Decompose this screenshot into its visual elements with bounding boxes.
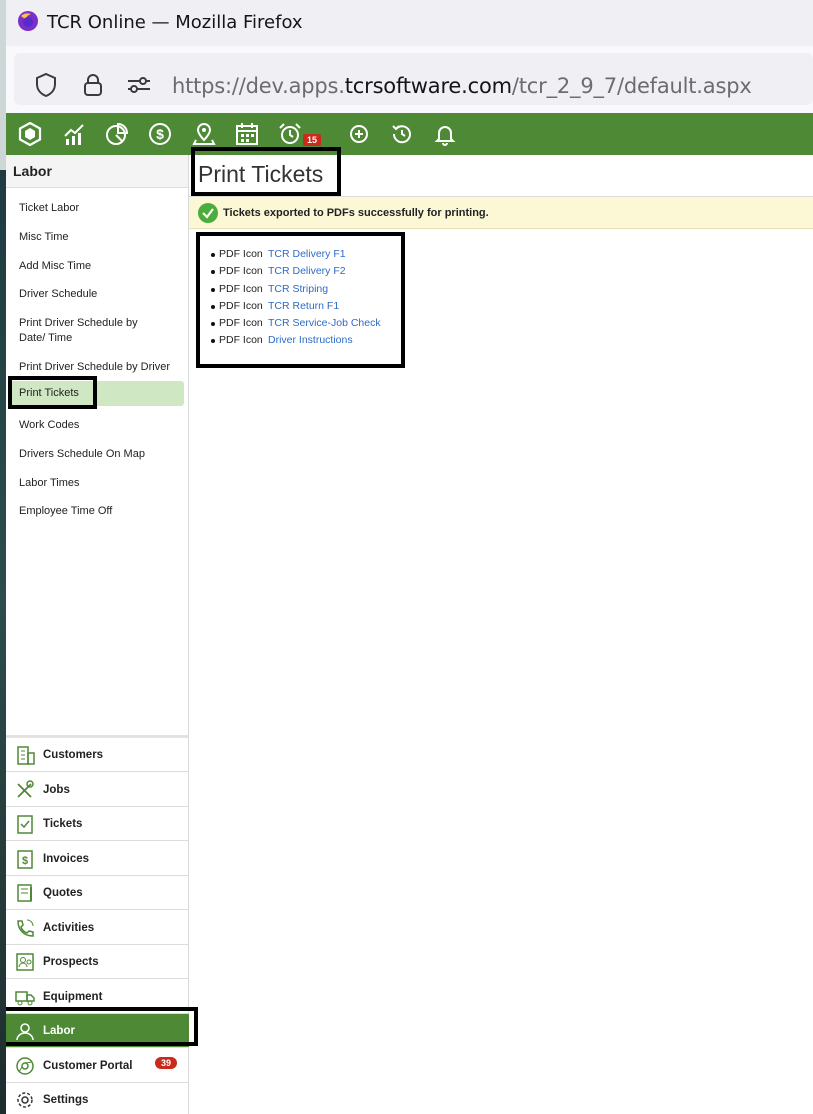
- prospects-icon: [16, 953, 34, 971]
- module-label: Settings: [43, 1094, 89, 1106]
- calendar-icon[interactable]: [235, 122, 259, 146]
- module-label: Quotes: [43, 887, 83, 899]
- truck-icon: [15, 991, 35, 1006]
- sidebar-item-employee-time-off[interactable]: Employee Time Off: [8, 500, 184, 523]
- highlight-labor-module: [6, 1007, 198, 1046]
- invoice-icon: $: [17, 850, 33, 869]
- sidebar-item-work-codes[interactable]: Work Codes: [8, 414, 184, 437]
- app-logo-icon[interactable]: [18, 122, 42, 146]
- module-label: Prospects: [43, 956, 99, 968]
- phone-icon: [17, 919, 34, 937]
- chart-icon[interactable]: [62, 122, 86, 146]
- tools-icon: [17, 780, 34, 798]
- shield-icon[interactable]: [32, 71, 60, 99]
- url-text[interactable]: https://dev.apps.tcrsoftware.com/tcr_2_9…: [172, 74, 752, 98]
- alert-text: Tickets exported to PDFs successfully fo…: [223, 207, 489, 219]
- sidebar-item-ticket-labor[interactable]: Ticket Labor: [8, 197, 184, 220]
- app-toolbar: $ 15: [6, 113, 813, 155]
- check-circle-icon: [198, 203, 218, 223]
- url-domain: tcrsoftware.com: [344, 74, 512, 98]
- module-label: Equipment: [43, 991, 103, 1003]
- alarm-count-badge: 15: [303, 134, 322, 146]
- svg-text:$: $: [22, 855, 28, 867]
- module-invoices[interactable]: $ Invoices: [6, 842, 189, 876]
- sidebar: Labor Ticket Labor Misc Time Add Misc Ti…: [6, 155, 189, 1114]
- module-tickets[interactable]: Tickets: [6, 807, 189, 841]
- title-bar: TCR Online — Mozilla Firefox: [6, 0, 813, 46]
- module-settings[interactable]: Settings: [6, 1083, 189, 1114]
- highlight-page-title: [191, 147, 341, 196]
- success-alert: Tickets exported to PDFs successfully fo…: [189, 197, 813, 229]
- alarm-icon[interactable]: [278, 122, 302, 146]
- sidebar-item-add-misc-time[interactable]: Add Misc Time: [8, 255, 184, 278]
- url-prefix: https://dev.apps.: [172, 74, 345, 98]
- module-prospects[interactable]: Prospects: [6, 945, 189, 979]
- sidebar-item-driver-schedule[interactable]: Driver Schedule: [8, 283, 184, 306]
- module-label: Customers: [43, 749, 104, 761]
- sidebar-item-misc-time[interactable]: Misc Time: [8, 226, 184, 249]
- portal-count-badge: 39: [155, 1057, 178, 1069]
- window-title: TCR Online — Mozilla Firefox: [47, 12, 303, 33]
- lock-icon[interactable]: [79, 71, 107, 99]
- pie-icon[interactable]: [105, 122, 129, 146]
- browser-window: TCR Online — Mozilla Firefox https://dev…: [6, 0, 813, 1114]
- module-jobs[interactable]: Jobs: [6, 773, 189, 807]
- history-icon[interactable]: [390, 122, 414, 146]
- highlight-print-tickets: [8, 376, 97, 409]
- module-customer-portal[interactable]: Customer Portal 39: [6, 1049, 189, 1083]
- svg-text:$: $: [156, 126, 164, 142]
- sidebar-header: Labor: [6, 155, 188, 188]
- bell-icon[interactable]: [433, 122, 457, 146]
- dollar-icon[interactable]: $: [148, 122, 172, 146]
- quote-icon: [17, 884, 32, 902]
- chrome-icon: [16, 1057, 34, 1075]
- plus-circle-icon[interactable]: [347, 122, 371, 146]
- module-customers[interactable]: Customers: [6, 738, 189, 772]
- module-label: Jobs: [43, 784, 70, 796]
- building-icon: [17, 746, 35, 765]
- permissions-icon[interactable]: [125, 71, 153, 99]
- sidebar-item-labor-times[interactable]: Labor Times: [8, 472, 184, 495]
- url-bar[interactable]: https://dev.apps.tcrsoftware.com/tcr_2_9…: [14, 53, 813, 105]
- highlight-pdf-list: [196, 232, 405, 368]
- firefox-icon: [18, 11, 38, 31]
- module-label: Activities: [43, 922, 95, 934]
- gear-icon: [17, 1092, 33, 1108]
- module-label: Customer Portal: [43, 1060, 133, 1072]
- url-path: /tcr_2_9_7/default.aspx: [511, 74, 752, 98]
- module-list: Customers Jobs Tickets $ Invoices Quotes…: [6, 735, 189, 1108]
- sidebar-item-print-driver-schedule-by-date[interactable]: Print Driver Schedule by Date/ Time: [8, 312, 168, 350]
- module-quotes[interactable]: Quotes: [6, 876, 189, 910]
- navigation-bar: https://dev.apps.tcrsoftware.com/tcr_2_9…: [6, 46, 813, 114]
- sidebar-item-drivers-schedule-on-map[interactable]: Drivers Schedule On Map: [8, 443, 184, 466]
- ticket-icon: [17, 815, 33, 834]
- module-label: Tickets: [43, 818, 83, 830]
- module-label: Invoices: [43, 853, 90, 865]
- module-activities[interactable]: Activities: [6, 911, 189, 945]
- map-pin-icon[interactable]: [192, 122, 216, 146]
